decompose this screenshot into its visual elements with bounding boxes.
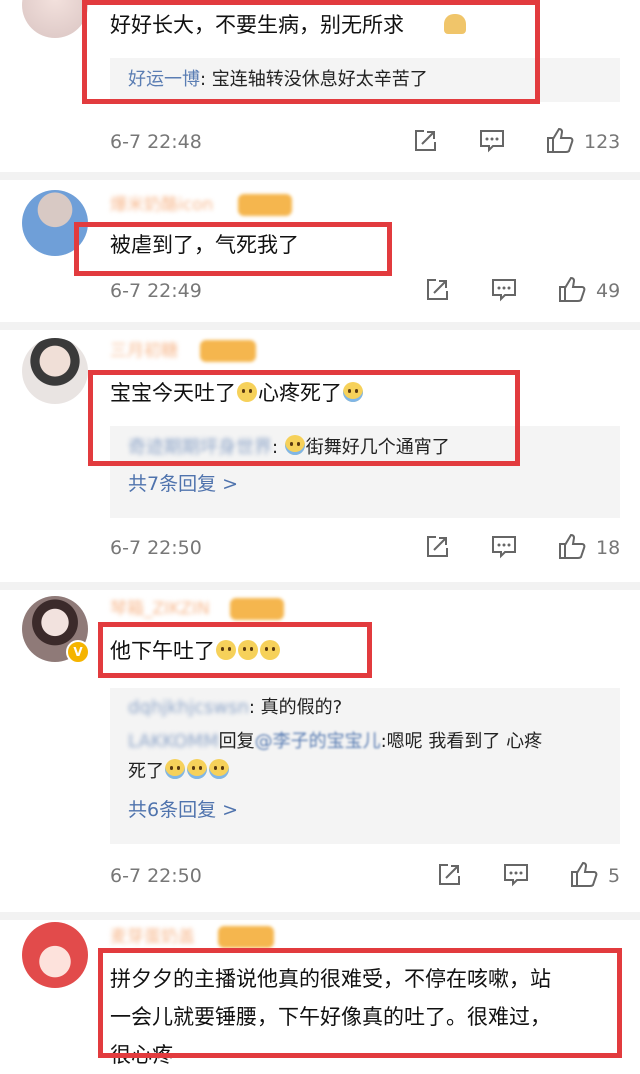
- username[interactable]: 三月初糖: [110, 338, 178, 364]
- reply-username[interactable]: LAKKOMM: [128, 731, 219, 752]
- reply-line: LAKKOMM回复@李子的宝宝儿:嗯呢 我看到了 心疼: [128, 728, 542, 756]
- share-icon: [415, 130, 436, 151]
- highlight-box: [98, 622, 372, 678]
- like-button[interactable]: [545, 126, 575, 154]
- comment-time: 6-7 22:50: [110, 537, 202, 559]
- like-count: 123: [584, 131, 621, 153]
- comment-icon: [492, 536, 516, 559]
- comment-time: 6-7 22:50: [110, 865, 202, 887]
- reply-line: dqhjkhjcswsn: 真的假的?: [128, 694, 342, 722]
- share-button[interactable]: [436, 862, 462, 890]
- share-icon: [439, 864, 460, 885]
- avatar[interactable]: [22, 0, 88, 38]
- crying-emoji-icon: [165, 759, 185, 779]
- username[interactable]: 琴箱_ZIKZIN: [110, 596, 210, 622]
- comment-time: 6-7 22:49: [110, 280, 202, 302]
- verified-badge-icon: V: [66, 640, 90, 664]
- crying-emoji-icon: [187, 759, 207, 779]
- view-more-replies-link[interactable]: 共7条回复 >: [128, 470, 238, 498]
- user-badge: [230, 598, 284, 620]
- user-badge: [238, 194, 292, 216]
- like-count: 5: [608, 865, 621, 887]
- reply-text: 死了: [128, 761, 164, 782]
- highlight-box: [74, 222, 392, 276]
- share-button[interactable]: [412, 128, 438, 156]
- comment-button[interactable]: [478, 128, 506, 156]
- highlight-box: [88, 370, 520, 466]
- crying-emoji-icon: [209, 759, 229, 779]
- divider: [0, 322, 640, 330]
- share-icon: [427, 279, 448, 300]
- comment-button[interactable]: [490, 534, 518, 562]
- like-button[interactable]: [569, 860, 599, 888]
- username[interactable]: 爆米奶酪icon: [110, 192, 213, 218]
- reply-box[interactable]: dqhjkhjcswsn: 真的假的? LAKKOMM回复@李子的宝宝儿:嗯呢 …: [110, 688, 620, 844]
- highlight-box: [82, 0, 540, 104]
- like-button[interactable]: [557, 275, 587, 303]
- thumbs-up-icon: [547, 127, 574, 153]
- avatar[interactable]: [22, 922, 88, 988]
- like-count: 18: [596, 537, 621, 559]
- avatar[interactable]: [22, 338, 88, 404]
- thumbs-up-icon: [559, 533, 586, 559]
- comment-icon: [480, 130, 504, 153]
- reply-line: 死了: [128, 758, 230, 786]
- divider: [0, 172, 640, 180]
- thumbs-up-icon: [571, 861, 598, 887]
- divider: [0, 582, 640, 590]
- like-count: 49: [596, 280, 621, 302]
- comment-button[interactable]: [502, 862, 530, 890]
- reply-text: 回复: [218, 731, 255, 752]
- highlight-box: [98, 948, 622, 1058]
- like-button[interactable]: [557, 532, 587, 560]
- reply-username[interactable]: dqhjkhjcswsn: [128, 697, 249, 718]
- user-badge: [218, 926, 274, 948]
- reply-text: :嗯呢 我看到了 心疼: [380, 731, 543, 752]
- view-more-replies-link[interactable]: 共6条回复 >: [128, 796, 238, 824]
- share-button[interactable]: [424, 277, 450, 305]
- share-icon: [427, 536, 448, 557]
- username[interactable]: 麦芽蛋奶盖: [110, 924, 195, 950]
- reply-text: : 真的假的?: [248, 697, 343, 718]
- comment-button[interactable]: [490, 277, 518, 305]
- divider: [0, 912, 640, 920]
- user-badge: [200, 340, 256, 362]
- mention-link[interactable]: @李子的宝宝儿: [255, 731, 381, 752]
- comment-time: 6-7 22:48: [110, 131, 202, 153]
- share-button[interactable]: [424, 534, 450, 562]
- comment-icon: [504, 864, 528, 887]
- comment-icon: [492, 279, 516, 302]
- thumbs-up-icon: [559, 276, 586, 302]
